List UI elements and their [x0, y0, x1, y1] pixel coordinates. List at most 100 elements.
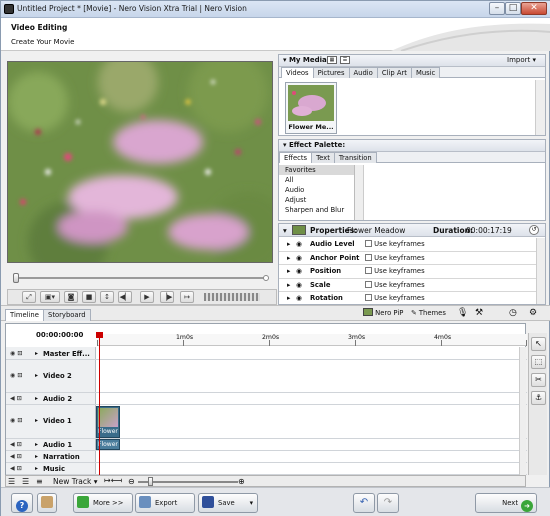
- keyframe-checkbox[interactable]: Use keyframes: [365, 279, 425, 292]
- timeline-scrollbar[interactable]: [519, 347, 526, 475]
- trim-icon[interactable]: ↕: [100, 291, 114, 303]
- undo-button[interactable]: ↶: [353, 493, 375, 513]
- speaker-icon[interactable]: ◀ ⊡: [10, 453, 22, 460]
- tab-pictures[interactable]: Pictures: [312, 67, 350, 78]
- tab-audio[interactable]: Audio: [348, 67, 378, 78]
- compact-view-icon[interactable]: ☰: [22, 477, 29, 486]
- media-thumbnail[interactable]: Flower Me...: [285, 82, 337, 134]
- tab-text[interactable]: Text: [311, 152, 335, 163]
- stop-icon[interactable]: ■: [82, 291, 96, 303]
- microphone-icon[interactable]: 🎙: [457, 308, 468, 320]
- redo-button[interactable]: ↷: [377, 493, 399, 513]
- keyframe-checkbox[interactable]: Use keyframes: [365, 292, 425, 305]
- properties-scrollbar[interactable]: [536, 238, 545, 304]
- list-view-icon[interactable]: ☰: [8, 477, 15, 486]
- previous-frame-icon[interactable]: ◀▏: [118, 291, 132, 303]
- nero-pip-button[interactable]: Nero PiP: [363, 308, 403, 320]
- maximize-button[interactable]: □: [505, 2, 521, 15]
- speaker-icon[interactable]: ◀ ⊡: [10, 441, 22, 448]
- keyframe-checkbox[interactable]: Use keyframes: [365, 265, 425, 278]
- list-item-audio[interactable]: Audio: [279, 185, 354, 195]
- enable-icon[interactable]: ◉: [296, 252, 302, 265]
- media-scrollbar[interactable]: [535, 80, 545, 135]
- jog-shuttle[interactable]: [204, 293, 260, 301]
- select-icon[interactable]: ⬚: [531, 355, 546, 369]
- enable-icon[interactable]: ◉: [296, 292, 302, 305]
- expand-icon[interactable]: ▸: [35, 350, 38, 357]
- collapse-icon[interactable]: ▾: [283, 226, 287, 235]
- zoom-in-icon[interactable]: ⊕: [238, 477, 245, 486]
- aspect-icon[interactable]: ▣▾: [40, 291, 60, 303]
- clock-icon[interactable]: ◷: [509, 308, 517, 320]
- reset-icon[interactable]: ↺: [529, 225, 539, 235]
- expand-icon[interactable]: ▸: [287, 279, 290, 292]
- import-menu[interactable]: Import ▾: [507, 55, 536, 66]
- export-button[interactable]: Export: [135, 493, 195, 513]
- pointer-icon[interactable]: ↖: [531, 337, 546, 351]
- tab-timeline[interactable]: Timeline: [5, 309, 44, 321]
- enable-icon[interactable]: ◉: [296, 265, 302, 278]
- speaker-icon[interactable]: ◀ ⊡: [10, 395, 22, 402]
- expand-icon[interactable]: ▸: [35, 372, 38, 379]
- expand-icon[interactable]: ▸: [287, 292, 290, 305]
- speaker-icon[interactable]: ◀ ⊡: [10, 465, 22, 472]
- expand-icon[interactable]: ▸: [287, 265, 290, 278]
- tab-music[interactable]: Music: [410, 67, 441, 78]
- minimize-button[interactable]: –: [489, 2, 505, 15]
- themes-button[interactable]: ✎ Themes: [411, 308, 446, 320]
- close-button[interactable]: ✕: [521, 2, 547, 15]
- more-button[interactable]: More >>: [73, 493, 133, 513]
- help-button[interactable]: ?: [11, 493, 33, 513]
- cut-icon[interactable]: ✂: [531, 373, 546, 387]
- tab-storyboard[interactable]: Storyboard: [43, 309, 91, 321]
- list-view-icon[interactable]: ☰: [340, 56, 350, 64]
- expand-icon[interactable]: ▸: [287, 252, 290, 265]
- thin-view-icon[interactable]: ≡: [36, 477, 43, 486]
- playhead[interactable]: [96, 332, 103, 476]
- tab-videos[interactable]: Videos: [281, 67, 314, 78]
- tab-transition[interactable]: Transition: [333, 152, 377, 163]
- list-item-sharpen[interactable]: Sharpen and Blur: [279, 205, 354, 215]
- save-button[interactable]: Save ▾: [198, 493, 258, 513]
- timeline-toolbar: Timeline Storyboard Nero PiP ✎ Themes 🎙 …: [1, 305, 550, 321]
- keyframe-checkbox[interactable]: Use keyframes: [365, 252, 425, 265]
- enable-icon[interactable]: ◉: [296, 279, 302, 292]
- next-frame-icon[interactable]: ▕▶: [160, 291, 174, 303]
- eye-icon[interactable]: ◉ ⊡: [10, 350, 22, 357]
- expand-icon[interactable]: ▸: [287, 238, 290, 251]
- expand-icon[interactable]: ▸: [35, 417, 38, 424]
- marker-icon[interactable]: ⚓: [531, 391, 546, 405]
- expand-icon[interactable]: ▸: [35, 441, 38, 448]
- eye-icon[interactable]: ◉ ⊡: [10, 372, 22, 379]
- tab-clip-art[interactable]: Clip Art: [376, 67, 412, 78]
- project-button[interactable]: [37, 493, 57, 513]
- brush-icon[interactable]: ⚒: [475, 308, 483, 320]
- split-icon[interactable]: ↦: [180, 291, 194, 303]
- settings-icon[interactable]: ⚙: [529, 308, 537, 320]
- eye-icon[interactable]: ◉ ⊡: [10, 417, 22, 424]
- snapshot-icon[interactable]: ◙: [64, 291, 78, 303]
- keyframe-checkbox[interactable]: Use keyframes: [365, 238, 425, 251]
- effect-list-scrollbar[interactable]: [355, 165, 364, 220]
- list-item-favorites[interactable]: Favorites: [279, 165, 354, 175]
- zoom-handle[interactable]: [148, 477, 153, 486]
- fullscreen-icon[interactable]: ⤢: [22, 291, 36, 303]
- expand-icon[interactable]: ▸: [35, 395, 38, 402]
- seek-handle[interactable]: [13, 273, 19, 283]
- expand-icon[interactable]: ▸: [35, 465, 38, 472]
- list-item-all[interactable]: All: [279, 175, 354, 185]
- play-icon[interactable]: ▶: [140, 291, 154, 303]
- zoom-slider[interactable]: [138, 481, 238, 483]
- tab-effects[interactable]: Effects: [279, 152, 313, 163]
- next-button[interactable]: Next ➜: [475, 493, 537, 513]
- expand-icon[interactable]: ▸: [35, 453, 38, 460]
- new-track-button[interactable]: New Track ▾: [53, 477, 98, 486]
- fit-icon[interactable]: ↦⟻: [104, 476, 122, 485]
- enable-icon[interactable]: ◉: [296, 238, 302, 251]
- list-item-adjust[interactable]: Adjust: [279, 195, 354, 205]
- seek-slider[interactable]: [7, 272, 273, 284]
- time-ruler[interactable]: 1m0s 2m0s 3m0s 4m0s: [97, 334, 527, 346]
- grid-view-icon[interactable]: ▦: [327, 56, 337, 64]
- zoom-out-icon[interactable]: ⊖: [128, 477, 135, 486]
- playhead-handle[interactable]: [96, 332, 103, 338]
